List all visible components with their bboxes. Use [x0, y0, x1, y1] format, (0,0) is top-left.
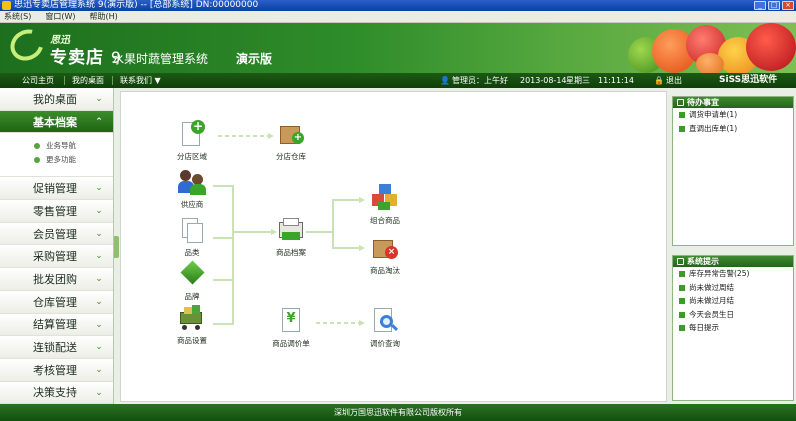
- operator-greeting: 管理员：上午好: [452, 76, 508, 85]
- exit-link[interactable]: 退出: [666, 73, 682, 88]
- menu-help[interactable]: 帮助(H): [89, 11, 117, 22]
- node-product-retire[interactable]: × 商品淘汰: [355, 234, 415, 276]
- chevron-down-icon: ⌄: [95, 342, 103, 353]
- node-product-archive[interactable]: 商品档案: [261, 216, 321, 258]
- nav-my-desktop[interactable]: 我的桌面: [72, 73, 104, 88]
- menu-bar: 系统(S) 窗口(W) 帮助(H): [0, 11, 796, 23]
- siss-logo: SiSS思迅软件: [719, 75, 778, 85]
- node-branch-area[interactable]: + 分店区域: [162, 120, 222, 162]
- sidebar-item-promotion[interactable]: 促销管理 ⌄: [0, 177, 113, 201]
- window-title: 思迅专卖店管理系统 9(演示版) -- [总部系统] DN:00000000: [14, 0, 259, 10]
- system-panel: 系统提示 库存异常告警(25) 尚未做过周结 尚未做过月结 今天会员生日 每日提…: [672, 255, 794, 401]
- sidebar-item-basic-archive[interactable]: 基本档案 ⌃: [0, 110, 113, 134]
- system-panel-header: 系统提示: [673, 256, 793, 267]
- top-nav-bar: 公司主页 我的桌面 联系我们 ▼ 👤 管理员：上午好 2013-08-14 星期…: [0, 73, 796, 88]
- close-button[interactable]: ×: [782, 1, 794, 10]
- bell-icon: [677, 258, 684, 265]
- node-price-adjust[interactable]: ¥ 商品调价单: [261, 307, 321, 349]
- sub-item-more-functions[interactable]: 更多功能: [34, 153, 113, 167]
- minimize-button[interactable]: _: [754, 1, 766, 10]
- node-branch-warehouse[interactable]: + 分店仓库: [261, 120, 321, 162]
- chevron-down-icon: ⌄: [95, 387, 103, 398]
- brand-logo-icon: [4, 23, 50, 67]
- app-icon: [2, 1, 11, 10]
- chevron-down-icon: ⌄: [95, 228, 103, 239]
- nav-company-home[interactable]: 公司主页: [22, 73, 54, 88]
- node-combo-product[interactable]: 组合商品: [355, 184, 415, 226]
- sub-item-business-nav[interactable]: 业务导航: [34, 139, 113, 153]
- maximize-button[interactable]: □: [768, 1, 780, 10]
- sidebar-submenu: 业务导航 更多功能: [0, 133, 113, 178]
- sidebar-item-wholesale[interactable]: 批发团购 ⌄: [0, 268, 113, 291]
- banner: 思迅 专卖店 9 水果时蔬管理系统 演示版: [0, 23, 796, 73]
- node-supplier[interactable]: 供应商: [162, 168, 222, 210]
- chevron-down-icon: ⌄: [95, 206, 103, 217]
- nav-contact-us[interactable]: 联系我们 ▼: [120, 73, 161, 88]
- user-icon: 👤: [440, 76, 450, 85]
- sidebar-item-settlement[interactable]: 结算管理 ⌄: [0, 313, 113, 337]
- current-date: 2013-08-14: [520, 76, 567, 85]
- menu-system[interactable]: 系统(S): [4, 11, 31, 22]
- sidebar-item-warehouse[interactable]: 仓库管理 ⌄: [0, 290, 113, 314]
- window-title-bar: 思迅专卖店管理系统 9(演示版) -- [总部系统] DN:00000000 _…: [0, 0, 796, 11]
- chevron-down-icon: ⌄: [95, 183, 103, 194]
- sidebar-item-member[interactable]: 会员管理 ⌄: [0, 222, 113, 246]
- box-x-icon: ×: [371, 234, 399, 262]
- clipboard-icon: [677, 99, 684, 106]
- todo-direct-outbound[interactable]: 直调出库单(1): [673, 122, 793, 136]
- printer-icon: [277, 216, 305, 244]
- footer-copyright: 深圳万国思迅软件有限公司版权所有: [0, 404, 796, 421]
- sidebar-item-retail[interactable]: 零售管理 ⌄: [0, 200, 113, 223]
- current-time: 11:11:14: [598, 76, 634, 85]
- sidebar-item-assessment[interactable]: 考核管理 ⌄: [0, 358, 113, 382]
- node-price-query[interactable]: 调价查询: [355, 307, 415, 349]
- sys-stock-alert[interactable]: 库存异常告警(25): [673, 267, 793, 281]
- sys-member-birthday[interactable]: 今天会员生日: [673, 308, 793, 322]
- sys-monthly-close[interactable]: 尚未做过月结: [673, 294, 793, 308]
- todo-panel-header: 待办事宜: [673, 97, 793, 108]
- box-plus-icon: +: [277, 120, 305, 148]
- cart-icon: [178, 304, 206, 332]
- window-controls: _ □ ×: [754, 1, 794, 10]
- current-weekday: 星期三: [566, 76, 590, 85]
- edition-label: 演示版: [236, 52, 273, 66]
- flow-canvas: + 分店区域 + 分店仓库 供应商 品类 品牌 商品设置 商品档案 组合商品 ×…: [120, 91, 667, 402]
- document-plus-icon: +: [178, 120, 206, 148]
- yen-document-icon: ¥: [277, 307, 305, 335]
- node-category[interactable]: 品类: [162, 216, 222, 258]
- todo-transfer-request[interactable]: 调货申请单(1): [673, 108, 793, 122]
- chevron-down-icon: ⌄: [95, 296, 103, 307]
- sidebar-item-purchase[interactable]: 采购管理 ⌄: [0, 245, 113, 269]
- chevron-down-icon: ⌄: [95, 251, 103, 262]
- node-product-settings[interactable]: 商品设置: [162, 304, 222, 346]
- sidebar-item-decision[interactable]: 决策支持 ⌄: [0, 381, 113, 405]
- todo-panel: 待办事宜 调货申请单(1) 直调出库单(1): [672, 96, 794, 246]
- node-brand[interactable]: 品牌: [162, 260, 222, 302]
- documents-icon: [178, 216, 206, 244]
- menu-window[interactable]: 窗口(W): [45, 11, 75, 22]
- people-icon: [178, 168, 206, 196]
- chevron-down-icon: ⌄: [95, 364, 103, 375]
- lock-icon: 🔒: [654, 76, 664, 85]
- sys-weekly-close[interactable]: 尚未做过周结: [673, 281, 793, 295]
- sidebar: 我的桌面 ⌄ 基本档案 ⌃ 业务导航 更多功能 促销管理 ⌄ 零售管理 ⌄ 会员管理 ⌄ …: [0, 88, 114, 405]
- sidebar-item-my-desktop[interactable]: 我的桌面 ⌄: [0, 88, 113, 111]
- system-subtitle: 水果时蔬管理系统: [112, 52, 209, 66]
- diamond-icon: [178, 260, 206, 288]
- magnifier-document-icon: [371, 307, 399, 335]
- sidebar-item-distribution[interactable]: 连锁配送 ⌄: [0, 336, 113, 359]
- chevron-down-icon: ⌄: [95, 319, 103, 330]
- chevron-down-icon: ⌄: [95, 274, 103, 285]
- chevron-down-icon: ⌄: [95, 94, 103, 104]
- sys-daily-tip[interactable]: 每日提示: [673, 321, 793, 335]
- sidebar-collapse-handle[interactable]: [114, 236, 119, 258]
- cubes-icon: [371, 184, 399, 212]
- chevron-up-icon: ⌃: [95, 116, 103, 127]
